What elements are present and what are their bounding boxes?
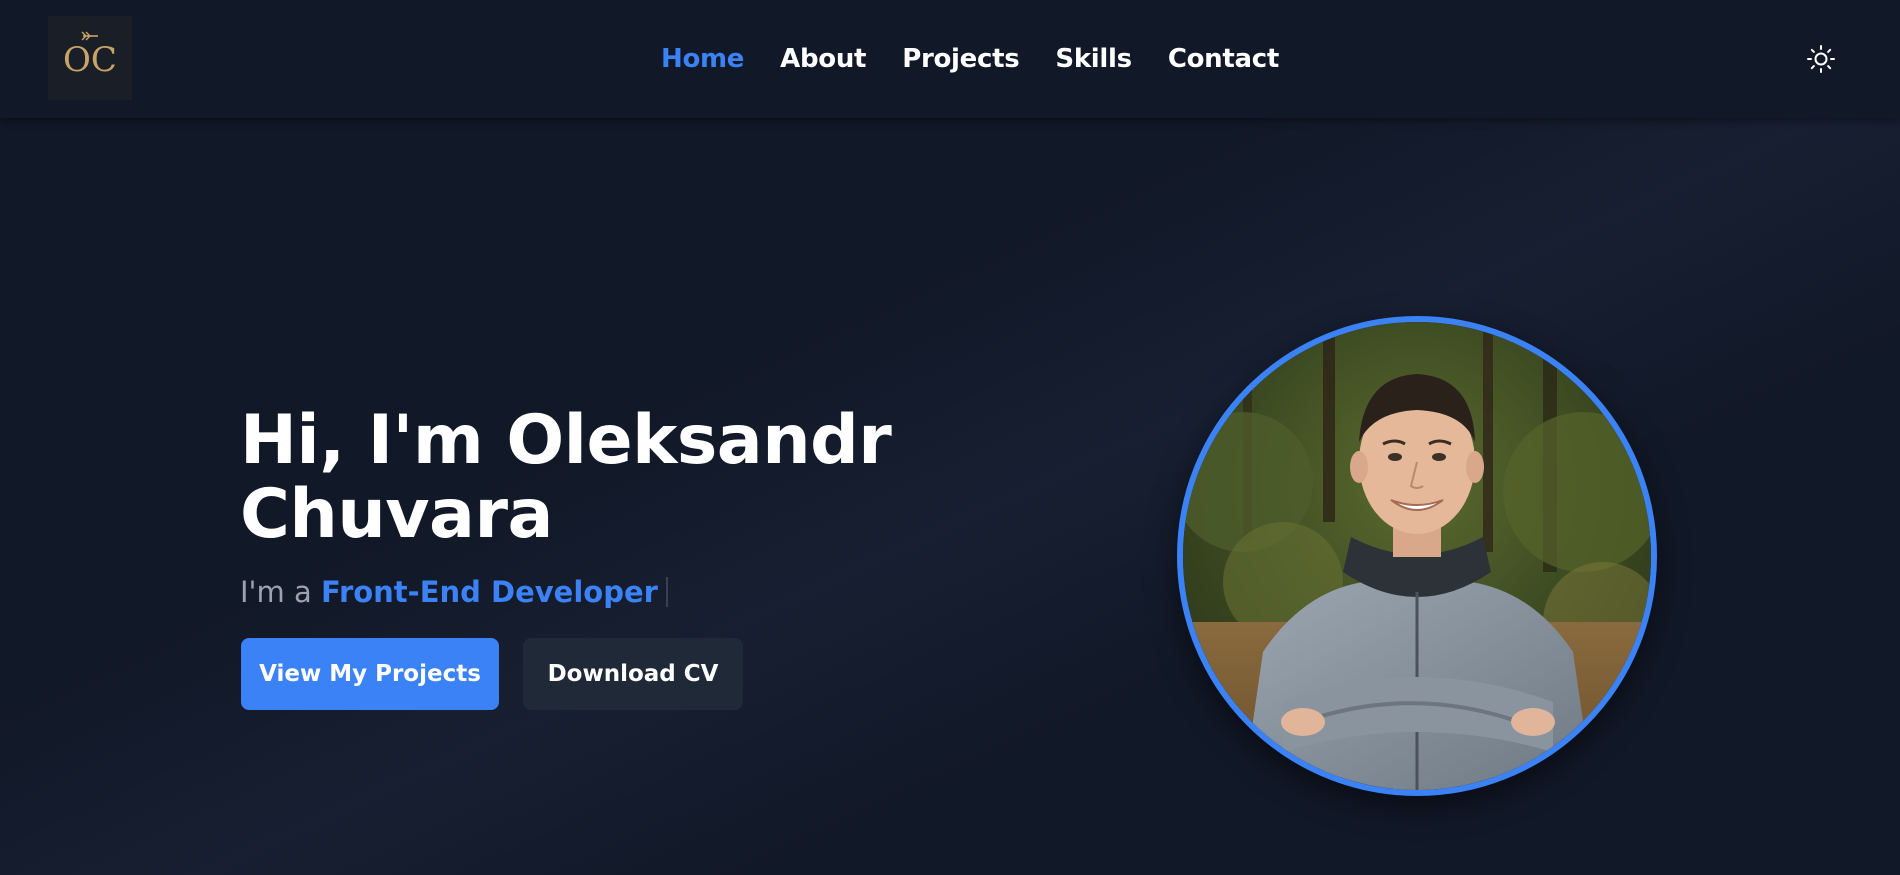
theme-toggle-button[interactable]	[1804, 42, 1838, 76]
page: OC Home About Projects Skills Contact Hi…	[0, 0, 1900, 875]
hero-title-line1: Hi, I'm Oleksandr	[240, 401, 892, 480]
tagline-role: Front-End Developer	[320, 575, 658, 609]
nav-contact[interactable]: Contact	[1168, 44, 1279, 74]
nav-about[interactable]: About	[780, 44, 866, 74]
tagline-prefix: I'm a	[240, 575, 321, 609]
profile-photo	[1183, 322, 1651, 790]
sun-icon	[1807, 45, 1835, 73]
typing-cursor	[665, 577, 668, 607]
main-nav: Home About Projects Skills Contact	[0, 0, 1900, 118]
hero-title: Hi, I'm Oleksandr Chuvara	[240, 401, 892, 554]
nav-home[interactable]: Home	[661, 44, 744, 74]
hero-tagline: I'm a Front-End Developer	[240, 575, 668, 609]
hero-title-line2: Chuvara	[240, 475, 553, 554]
nav-skills[interactable]: Skills	[1055, 44, 1132, 74]
nav-projects[interactable]: Projects	[902, 44, 1020, 74]
download-cv-button[interactable]: Download CV	[523, 638, 743, 710]
view-projects-button[interactable]: View My Projects	[241, 638, 499, 710]
avatar	[1177, 316, 1657, 796]
site-header: OC Home About Projects Skills Contact	[0, 0, 1900, 118]
